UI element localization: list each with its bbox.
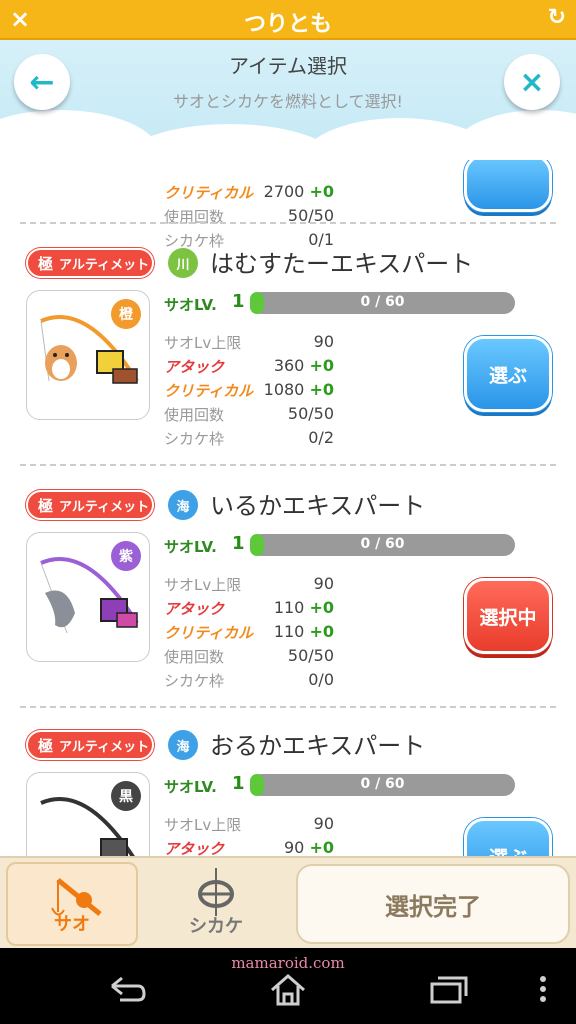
header: ← アイテム選択 サオとシカケを燃料として選択! × bbox=[0, 40, 576, 160]
sea-type-icon: 海 bbox=[168, 490, 198, 520]
divider bbox=[20, 706, 556, 708]
exp-bar: 0 / 60 bbox=[250, 534, 515, 556]
home-nav-icon[interactable] bbox=[268, 974, 308, 1006]
rarity-badge: 極アルティメット bbox=[26, 248, 154, 278]
stat-label-max-lv: サオLv上限 bbox=[164, 334, 242, 352]
cloud bbox=[450, 110, 576, 160]
stat-value-critical: 110 +0 bbox=[273, 622, 334, 641]
rod-level-value: 1 bbox=[232, 291, 245, 312]
selection-done-button[interactable]: 選択完了 bbox=[296, 864, 570, 944]
item-name: おるかエキスパート bbox=[210, 732, 426, 760]
stat-value-attack: 90 +0 bbox=[284, 838, 334, 856]
rod-image: 紫 bbox=[26, 532, 150, 662]
select-button[interactable] bbox=[464, 154, 552, 212]
stat-label-attack: アタック bbox=[164, 840, 225, 856]
stat-value-uses: 50/50 bbox=[287, 404, 334, 423]
sea-type-icon: 海 bbox=[168, 730, 198, 760]
divider bbox=[20, 464, 556, 466]
exp-text: 0 / 60 bbox=[360, 294, 405, 310]
color-tag-black: 黒 bbox=[111, 781, 141, 811]
watermark: mamaroid.com bbox=[231, 954, 345, 972]
tab-sao-label: サオ bbox=[54, 914, 90, 935]
back-nav-icon[interactable] bbox=[106, 974, 150, 1004]
stat-value-critical: 1080 +0 bbox=[263, 380, 334, 399]
stat-value-max-lv: 90 bbox=[313, 814, 334, 833]
rod-image: 黒 bbox=[26, 772, 150, 856]
item-name: はむすたーエキスパート bbox=[210, 250, 474, 278]
stat-value-attack: 360 +0 bbox=[273, 356, 334, 375]
select-button[interactable]: 選ぶ bbox=[464, 818, 552, 856]
tab-shikake-label: シカケ bbox=[189, 916, 243, 937]
stat-label-uses: 使用回数 bbox=[164, 406, 225, 424]
back-arrow-icon: ← bbox=[29, 64, 55, 100]
back-button[interactable]: ← bbox=[14, 54, 70, 110]
item-card: 極アルティメット 海 おるかエキスパート 黒 サオLV. 1 0 / 60 サオ… bbox=[0, 718, 576, 856]
item-name: いるかエキスパート bbox=[210, 492, 426, 520]
stat-label-max-lv: サオLv上限 bbox=[164, 576, 242, 594]
rod-image: 橙 bbox=[26, 290, 150, 420]
stat-value-attack: 110 +0 bbox=[273, 598, 334, 617]
close-x-icon: × bbox=[519, 64, 545, 100]
stat-label-attack: アタック bbox=[164, 358, 225, 376]
stat-value-critical: 2700 +0 bbox=[263, 182, 334, 201]
menu-dots-icon[interactable] bbox=[536, 974, 550, 1004]
close-button[interactable]: × bbox=[504, 54, 560, 110]
rod-level-value: 1 bbox=[232, 533, 245, 554]
divider bbox=[20, 222, 556, 224]
exp-text: 0 / 60 bbox=[360, 776, 405, 792]
exp-text: 0 / 60 bbox=[360, 536, 405, 552]
exp-bar: 0 / 60 bbox=[250, 774, 515, 796]
app-title: つりとも bbox=[243, 12, 332, 37]
item-card: 極アルティメット 川 はむすたーエキスパート 橙 サオLV. 1 0 / 60 … bbox=[0, 236, 576, 476]
rod-level-value: 1 bbox=[232, 773, 245, 794]
stat-value-slots: 0/0 bbox=[308, 670, 334, 689]
rod-level-label: サオLV. bbox=[164, 296, 217, 314]
recent-apps-icon[interactable] bbox=[428, 974, 468, 1004]
rarity-badge: 極アルティメット bbox=[26, 730, 154, 760]
rod-level-label: サオLV. bbox=[164, 778, 217, 796]
page-subtitle: サオとシカケを燃料として選択! bbox=[173, 92, 403, 111]
stat-label-slots: シカケ枠 bbox=[164, 672, 225, 690]
page-title: アイテム選択 bbox=[229, 54, 347, 78]
item-card: 極アルティメット 海 いるかエキスパート 紫 サオLV. 1 0 / 60 サオ… bbox=[0, 478, 576, 718]
stat-value-max-lv: 90 bbox=[313, 574, 334, 593]
tab-shikake[interactable]: シカケ bbox=[150, 862, 282, 946]
item-list[interactable]: クリティカル 2700 +0 使用回数 50/50 シカケ枠 0/1 極アルティ… bbox=[0, 40, 576, 856]
app-bar: × つりとも ↻ bbox=[0, 0, 576, 40]
stat-label-attack: アタック bbox=[164, 600, 225, 618]
river-type-icon: 川 bbox=[168, 248, 198, 278]
color-tag-purple: 紫 bbox=[111, 541, 141, 571]
stat-value-max-lv: 90 bbox=[313, 332, 334, 351]
stat-label-critical: クリティカル bbox=[164, 382, 254, 400]
stat-value-uses: 50/50 bbox=[287, 646, 334, 665]
stat-label-max-lv: サオLv上限 bbox=[164, 816, 242, 834]
stat-value-slots: 0/2 bbox=[308, 428, 334, 447]
tab-sao[interactable]: サオ bbox=[6, 862, 138, 946]
stat-label-critical: クリティカル bbox=[164, 624, 254, 642]
rod-level-label: サオLV. bbox=[164, 538, 217, 556]
rarity-badge: 極アルティメット bbox=[26, 490, 154, 520]
stat-label-critical: クリティカル bbox=[164, 184, 254, 202]
stat-label-slots: シカケ枠 bbox=[164, 430, 225, 448]
selected-button[interactable]: 選択中 bbox=[464, 578, 552, 654]
exp-bar: 0 / 60 bbox=[250, 292, 515, 314]
system-nav-bar: mamaroid.com bbox=[0, 948, 576, 1024]
stat-label-uses: 使用回数 bbox=[164, 648, 225, 666]
bottom-toolbar: サオ シカケ 選択完了 bbox=[0, 856, 576, 948]
color-tag-orange: 橙 bbox=[111, 299, 141, 329]
select-button[interactable]: 選ぶ bbox=[464, 336, 552, 412]
refresh-icon[interactable]: ↻ bbox=[548, 5, 566, 30]
